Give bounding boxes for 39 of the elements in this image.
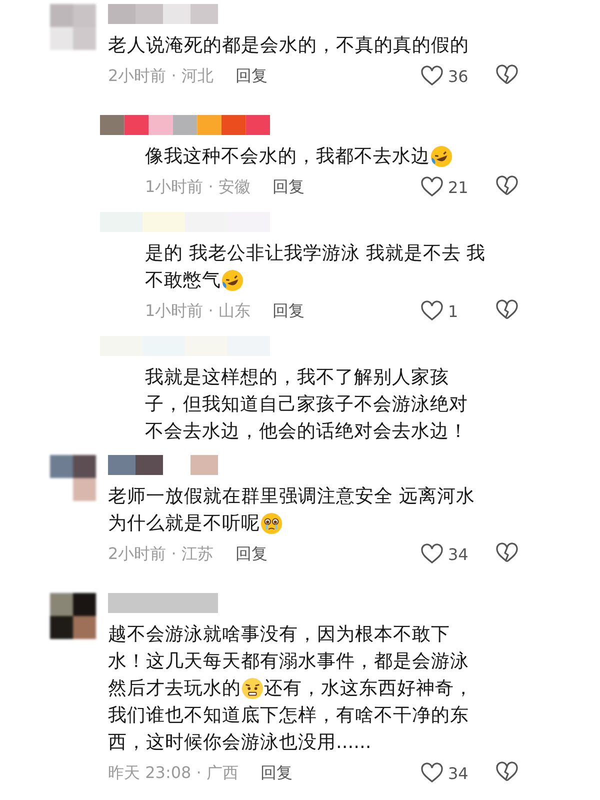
comment-time-location: 1小时前 · 山东 <box>145 300 250 322</box>
comment-text: 不敢憋气 <box>145 269 221 293</box>
comment-text: 子，但我知道自己家孩子不会游泳绝对 <box>145 393 468 417</box>
comment-text: 水！这几天每天都有溺水事件，都是会游泳 <box>108 650 469 674</box>
comment-text: 老师一放假就在群里强调注意安全 远离河水 <box>108 485 475 509</box>
like-button[interactable]: 34 <box>420 761 478 785</box>
heart-icon <box>420 64 444 88</box>
comment-text: 西，这时候你会游泳也没用...... <box>108 731 372 755</box>
heart-icon <box>420 299 444 323</box>
like-button[interactable]: 36 <box>420 64 478 88</box>
heart-icon <box>420 175 444 199</box>
crying-emoji-icon <box>260 512 283 535</box>
comment-text: 然后才去玩水的 <box>108 677 241 701</box>
comment-text: 老人说淹死的都是会水的，不真的真的假的 <box>108 34 469 58</box>
comment-text: 我们谁也不知道底下怎样，有啥不干净的东 <box>108 704 469 728</box>
comment-text: 像我这种不会水的，我都不去水边 <box>145 145 430 169</box>
like-button[interactable]: 1 <box>420 299 478 323</box>
heart-icon <box>420 761 444 785</box>
reply-button[interactable]: 回复 <box>235 66 268 86</box>
heart-icon <box>420 542 444 566</box>
comment-text: 是的 我老公非让我学游泳 我就是不去 我 <box>145 242 486 266</box>
like-button[interactable]: 34 <box>420 542 478 566</box>
comment-text: 为什么就是不听呢 <box>108 512 260 536</box>
worried-emoji-icon <box>241 677 264 700</box>
reply-button[interactable]: 回复 <box>272 300 304 322</box>
reply-button[interactable]: 回复 <box>272 176 304 198</box>
reply-button[interactable]: 回复 <box>260 762 292 784</box>
laughing-emoji-icon <box>430 145 453 168</box>
comment-time-location: 2小时前 · 河北 <box>108 66 214 86</box>
comment-text: 我就是这样想的，我不了解别人家孩 <box>145 366 449 390</box>
comment-text: 不会去水边，他会的话绝对会去水边！ <box>145 420 468 444</box>
comment-text: 还有，水这东西好神奇， <box>264 677 473 701</box>
reply-button[interactable]: 回复 <box>235 544 268 564</box>
like-button[interactable]: 21 <box>420 175 478 199</box>
comment-text: 越不会游泳就啥事没有，因为根本不敢下 <box>108 623 450 647</box>
comment-time-location: 昨天 23:08 · 广西 <box>108 762 238 784</box>
comment-time-location: 1小时前 · 安徽 <box>145 176 250 198</box>
laughing-emoji-icon <box>221 269 244 292</box>
comment-time-location: 2小时前 · 江苏 <box>108 544 214 564</box>
